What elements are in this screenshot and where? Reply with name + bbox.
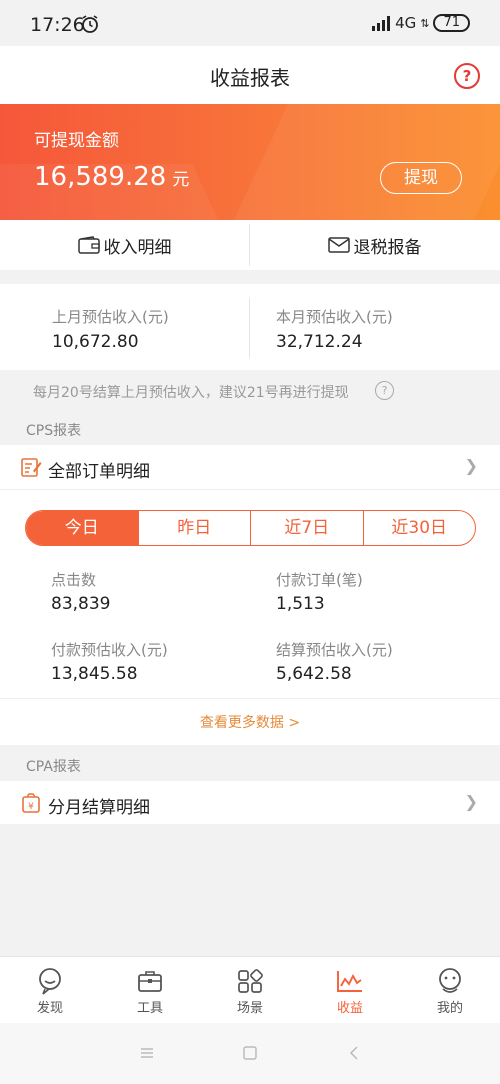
discover-icon: [39, 968, 61, 995]
wallet-icon: [77, 236, 100, 254]
tab-today[interactable]: 今日: [26, 511, 139, 545]
home-icon[interactable]: [242, 1045, 258, 1061]
metric-value: 5,642.58: [276, 664, 352, 684]
chevron-right-icon: ❯: [464, 792, 478, 811]
view-more-link[interactable]: 查看更多数据 >: [0, 712, 500, 732]
nav-label: 收益: [336, 1001, 363, 1016]
app-header: 收益报表 ?: [0, 46, 500, 104]
metric-label: 点击数: [51, 571, 97, 589]
cps-section-header: CPS报表: [0, 410, 500, 446]
last-month-value: 10,672.80: [52, 332, 139, 352]
network-label: 4G: [395, 14, 417, 32]
nav-tools[interactable]: 工具: [100, 957, 200, 1023]
balance-amount: 16,589.28 元: [34, 162, 189, 192]
bottom-navigation: 发现 工具 场景 收益 我的: [0, 956, 500, 1023]
money-bag-icon: ¥: [22, 793, 40, 813]
nav-label: 我的: [436, 1001, 463, 1016]
status-time: 17:26: [30, 14, 85, 36]
cpa-section-header: CPA报表: [0, 746, 500, 782]
balance-value: 16,589.28: [34, 162, 167, 192]
metric-value: 13,845.58: [51, 664, 138, 684]
cps-section-title: CPS报表: [26, 423, 82, 439]
notice-text: 每月20号结算上月预估收入，建议21号再进行提现: [33, 385, 349, 401]
nav-discover[interactable]: 发现: [0, 957, 100, 1023]
all-orders-row[interactable]: 全部订单明细 ❯: [0, 445, 500, 489]
shortcut-row: 收入明细 退税报备: [0, 220, 500, 270]
chart-icon: [337, 971, 362, 992]
metric-label: 结算预估收入(元): [276, 641, 393, 659]
system-navigation-bar: [0, 1023, 500, 1084]
nav-label: 发现: [36, 1001, 63, 1016]
divider: [249, 298, 250, 358]
tax-filing-button[interactable]: 退税报备: [250, 220, 499, 270]
nav-profile[interactable]: 我的: [400, 957, 500, 1023]
status-bar: 17:26 4G ⇅ 71: [0, 0, 500, 46]
notice-help-icon[interactable]: ?: [375, 381, 394, 400]
tab-yesterday[interactable]: 昨日: [139, 511, 251, 545]
period-tabs: 今日 昨日 近7日 近30日: [25, 510, 476, 546]
estimate-card: 上月预估收入(元) 10,672.80 本月预估收入(元) 32,712.24: [0, 284, 500, 370]
last-month-label: 上月预估收入(元): [52, 308, 169, 326]
income-detail-button[interactable]: 收入明细: [0, 220, 249, 270]
balance-unit: 元: [172, 170, 190, 190]
data-arrows-icon: ⇅: [420, 16, 430, 30]
menu-icon[interactable]: [139, 1045, 155, 1061]
profile-icon: [439, 968, 461, 993]
envelope-icon: [327, 237, 350, 253]
cps-report-card: 今日 昨日 近7日 近30日 点击数 83,839 付款订单(笔) 1,513 …: [0, 489, 500, 745]
metric-label: 付款预估收入(元): [51, 641, 168, 659]
metric-value: 1,513: [276, 594, 325, 614]
metric-value: 83,839: [51, 594, 111, 614]
monthly-settlement-label: 分月结算明细: [48, 798, 150, 818]
tab-last-7-days[interactable]: 近7日: [251, 511, 364, 545]
divider: [0, 698, 500, 699]
metric-label: 付款订单(笔): [276, 571, 363, 589]
income-detail-label: 收入明细: [103, 237, 172, 258]
nav-label: 场景: [236, 1001, 263, 1016]
balance-label: 可提现金额: [34, 131, 119, 151]
tax-filing-label: 退税报备: [353, 237, 422, 258]
settlement-notice: 每月20号结算上月预估收入，建议21号再进行提现 ?: [0, 376, 500, 406]
nav-label: 工具: [136, 1001, 163, 1016]
toolbox-icon: [138, 971, 162, 992]
svg-text:¥: ¥: [28, 802, 34, 812]
nav-earnings[interactable]: 收益: [300, 957, 400, 1023]
grid-icon: [238, 969, 263, 993]
signal-icon: [372, 16, 391, 31]
page-title: 收益报表: [210, 66, 290, 90]
nav-scenes[interactable]: 场景: [200, 957, 300, 1023]
all-orders-label: 全部订单明细: [48, 462, 150, 482]
withdraw-button[interactable]: 提现: [380, 162, 462, 194]
chevron-right-icon: ❯: [464, 456, 478, 475]
this-month-value: 32,712.24: [276, 332, 363, 352]
tab-last-30-days[interactable]: 近30日: [364, 511, 476, 545]
monthly-settlement-row[interactable]: ¥ 分月结算明细 ❯: [0, 781, 500, 825]
this-month-label: 本月预估收入(元): [276, 308, 393, 326]
cpa-section-title: CPA报表: [26, 759, 81, 775]
back-icon[interactable]: [346, 1045, 362, 1061]
balance-banner: 可提现金额 16,589.28 元 提现: [0, 104, 500, 220]
alarm-icon: [82, 15, 98, 33]
content-background: [0, 824, 500, 956]
help-icon[interactable]: ?: [454, 63, 480, 89]
banner-decoration: [213, 104, 500, 220]
battery-indicator: 71: [433, 14, 470, 32]
status-indicators: 4G ⇅ 71: [371, 14, 470, 32]
edit-document-icon: [21, 458, 42, 477]
